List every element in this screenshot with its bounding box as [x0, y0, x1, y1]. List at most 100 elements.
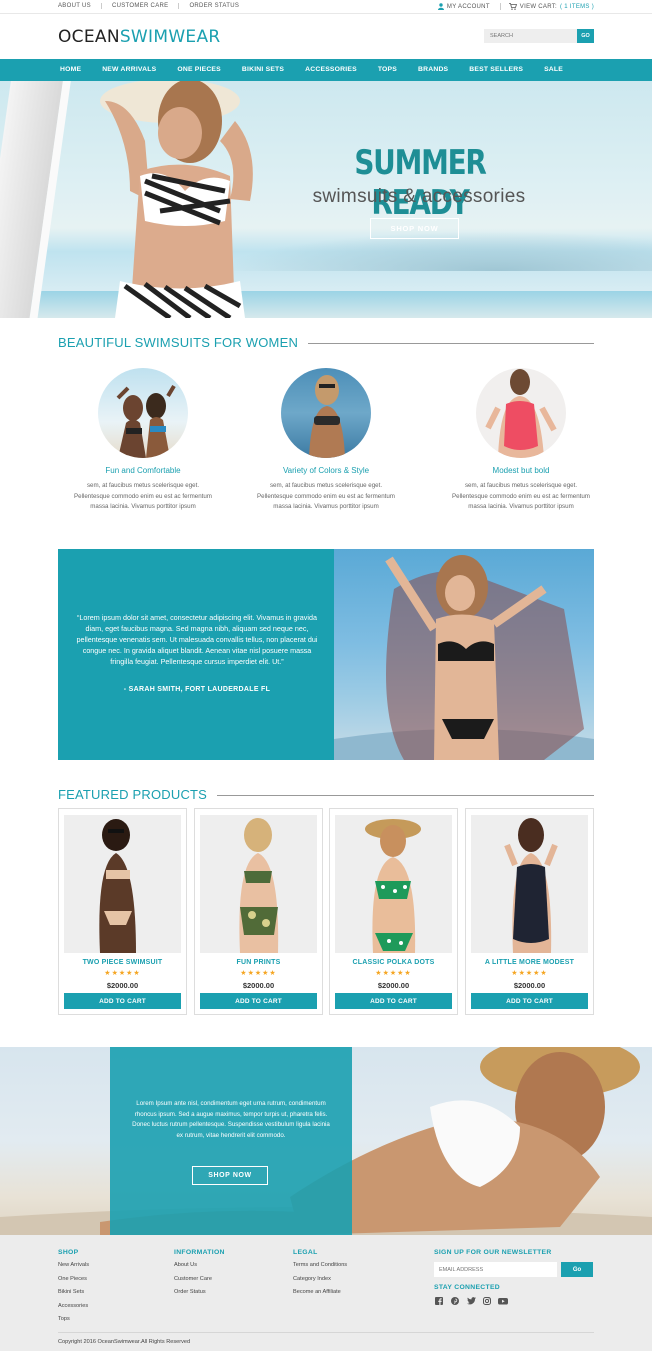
nav-one-pieces[interactable]: ONE PIECES — [177, 66, 221, 73]
feature-text: sem, at faucibus metus scelerisque eget.… — [452, 482, 590, 510]
product-price: $2000.00 — [513, 981, 546, 990]
product-rating: ★★★★★ — [104, 970, 141, 977]
section-title-swimsuits: BEAUTIFUL SWIMSUITS FOR WOMEN — [58, 335, 299, 350]
newsletter-go-button[interactable]: Go — [561, 1262, 593, 1277]
add-to-cart-button[interactable]: ADD TO CART — [64, 993, 181, 1009]
hero-banner: SUMMER READY swimsuits & accessories SHO… — [0, 81, 652, 318]
youtube-icon[interactable] — [498, 1296, 508, 1306]
order-status-link[interactable]: ORDER STATUS — [179, 3, 249, 9]
footer-link-affiliate[interactable]: Become an Affiliate — [293, 1289, 347, 1295]
product-card[interactable]: TWO PIECE SWIMSUIT ★★★★★ $2000.00 ADD TO… — [58, 808, 187, 1015]
section-title-featured-products: FEATURED PRODUCTS — [58, 787, 208, 802]
footer-link-customer-care[interactable]: Customer Care — [174, 1276, 225, 1282]
product-name[interactable]: FUN PRINTS — [195, 959, 322, 966]
testimonial-author: - SARAH SMITH, FORT LAUDERDALE FL — [123, 686, 271, 693]
product-rating: ★★★★★ — [240, 970, 277, 977]
feature-text: sem, at faucibus metus scelerisque eget.… — [74, 482, 212, 510]
add-to-cart-button[interactable]: ADD TO CART — [200, 993, 317, 1009]
user-icon — [437, 3, 444, 10]
nav-best-sellers[interactable]: BEST SELLERS — [469, 66, 523, 73]
section-divider — [217, 795, 594, 796]
promo-text: Lorem Ipsum ante nisl, condimentum eget … — [132, 1100, 330, 1139]
hero-subtitle: swimsuits & accessories — [312, 186, 526, 207]
pinterest-icon[interactable] — [450, 1296, 460, 1306]
product-name[interactable]: TWO PIECE SWIMSUIT — [59, 959, 186, 966]
product-image[interactable] — [335, 815, 452, 953]
promo-banner: Lorem Ipsum ante nisl, condimentum eget … — [0, 1047, 652, 1235]
instagram-icon[interactable] — [482, 1296, 492, 1306]
feature-variety: Variety of Colors & Style sem, at faucib… — [246, 368, 406, 513]
footer-legal-heading: LEGAL — [293, 1249, 318, 1256]
my-account-link[interactable]: MY ACCOUNT — [437, 3, 501, 10]
main-navigation: HOME NEW ARRIVALS ONE PIECES BIKINI SETS… — [0, 59, 652, 81]
facebook-icon[interactable] — [434, 1296, 444, 1306]
product-image[interactable] — [471, 815, 588, 953]
footer-divider — [58, 1332, 594, 1333]
product-card[interactable]: FUN PRINTS ★★★★★ $2000.00 ADD TO CART — [194, 808, 323, 1015]
feature-text: sem, at faucibus metus scelerisque eget.… — [257, 482, 395, 510]
footer-link-terms[interactable]: Terms and Conditions — [293, 1262, 347, 1268]
nav-home[interactable]: HOME — [60, 66, 81, 73]
footer-link-category-index[interactable]: Category Index — [293, 1276, 347, 1282]
hero-model-image — [100, 81, 253, 318]
footer-shop-column: SHOP New Arrivals One Pieces Bikini Sets… — [58, 1249, 89, 1330]
product-price: $2000.00 — [242, 981, 275, 990]
cart-icon — [508, 3, 517, 10]
feature-title: Variety of Colors & Style — [282, 466, 370, 475]
stay-connected-heading: STAY CONNECTED — [434, 1284, 501, 1291]
nav-accessories[interactable]: ACCESSORIES — [305, 66, 357, 73]
product-price: $2000.00 — [377, 981, 410, 990]
newsletter-signup: SIGN UP FOR OUR NEWSLETTER Go STAY CONNE… — [434, 1249, 594, 1306]
product-name[interactable]: A LITTLE MORE MODEST — [466, 959, 593, 966]
twitter-icon[interactable] — [466, 1296, 476, 1306]
feature-image-friends — [98, 368, 188, 458]
add-to-cart-button[interactable]: ADD TO CART — [471, 993, 588, 1009]
promo-shop-now-button[interactable]: SHOP NOW — [192, 1166, 268, 1185]
nav-tops[interactable]: TOPS — [378, 66, 397, 73]
footer-link-new-arrivals[interactable]: New Arrivals — [58, 1262, 89, 1268]
customer-care-link[interactable]: CUSTOMER CARE — [102, 3, 180, 9]
nav-bikini-sets[interactable]: BIKINI SETS — [242, 66, 284, 73]
search-go-button[interactable]: GO — [577, 29, 594, 43]
view-cart-label: VIEW CART: — [519, 3, 558, 10]
product-image[interactable] — [64, 815, 181, 953]
footer-link-tops[interactable]: Tops — [58, 1316, 89, 1322]
promo-box: Lorem Ipsum ante nisl, condimentum eget … — [110, 1047, 352, 1235]
product-rating: ★★★★★ — [375, 970, 412, 977]
footer-link-one-pieces[interactable]: One Pieces — [58, 1276, 89, 1282]
view-cart-link[interactable]: VIEW CART: ( 1 ITEMS ) — [501, 3, 594, 10]
section-divider — [308, 343, 594, 344]
feature-fun-comfortable: Fun and Comfortable sem, at faucibus met… — [63, 368, 223, 513]
product-name[interactable]: CLASSIC POLKA DOTS — [330, 959, 457, 966]
product-card[interactable]: A LITTLE MORE MODEST ★★★★★ $2000.00 ADD … — [465, 808, 594, 1015]
nav-new-arrivals[interactable]: NEW ARRIVALS — [102, 66, 156, 73]
top-utility-bar: ABOUT US CUSTOMER CARE ORDER STATUS MY A… — [0, 0, 652, 14]
nav-brands[interactable]: BRANDS — [418, 66, 448, 73]
logo-text-ocean: OCEAN — [58, 27, 120, 47]
site-logo[interactable]: OCEANSWIMWEAR — [58, 27, 221, 47]
footer-legal-column: LEGAL Terms and Conditions Category Inde… — [293, 1249, 347, 1303]
testimonial-box: “Lorem ipsum dolor sit amet, consectetur… — [58, 549, 334, 760]
feature-image-model — [281, 368, 371, 458]
social-links — [434, 1296, 594, 1306]
product-card[interactable]: CLASSIC POLKA DOTS ★★★★★ $2000.00 ADD TO… — [329, 808, 458, 1015]
search-input[interactable] — [484, 29, 577, 43]
feature-title: Modest but bold — [492, 466, 550, 475]
footer-link-order-status[interactable]: Order Status — [174, 1289, 225, 1295]
product-image[interactable] — [200, 815, 317, 953]
feature-modest-bold: Modest but bold sem, at faucibus metus s… — [441, 368, 601, 513]
footer-link-about-us[interactable]: About Us — [174, 1262, 225, 1268]
logo-text-swimwear: SWIMWEAR — [119, 27, 221, 47]
about-us-link[interactable]: ABOUT US — [58, 3, 102, 9]
add-to-cart-button[interactable]: ADD TO CART — [335, 993, 452, 1009]
nav-sale[interactable]: SALE — [544, 66, 563, 73]
cart-count: ( 1 ITEMS ) — [560, 3, 594, 10]
hero-shop-now-button[interactable]: SHOP NOW — [370, 218, 459, 239]
footer-shop-heading: SHOP — [58, 1249, 79, 1256]
product-price: $2000.00 — [106, 981, 139, 990]
testimonial-quote: “Lorem ipsum dolor sit amet, consectetur… — [76, 613, 318, 666]
footer-link-bikini-sets[interactable]: Bikini Sets — [58, 1289, 89, 1295]
search-box: GO — [484, 29, 594, 43]
footer-link-accessories[interactable]: Accessories — [58, 1303, 89, 1309]
newsletter-email-input[interactable] — [434, 1262, 557, 1277]
